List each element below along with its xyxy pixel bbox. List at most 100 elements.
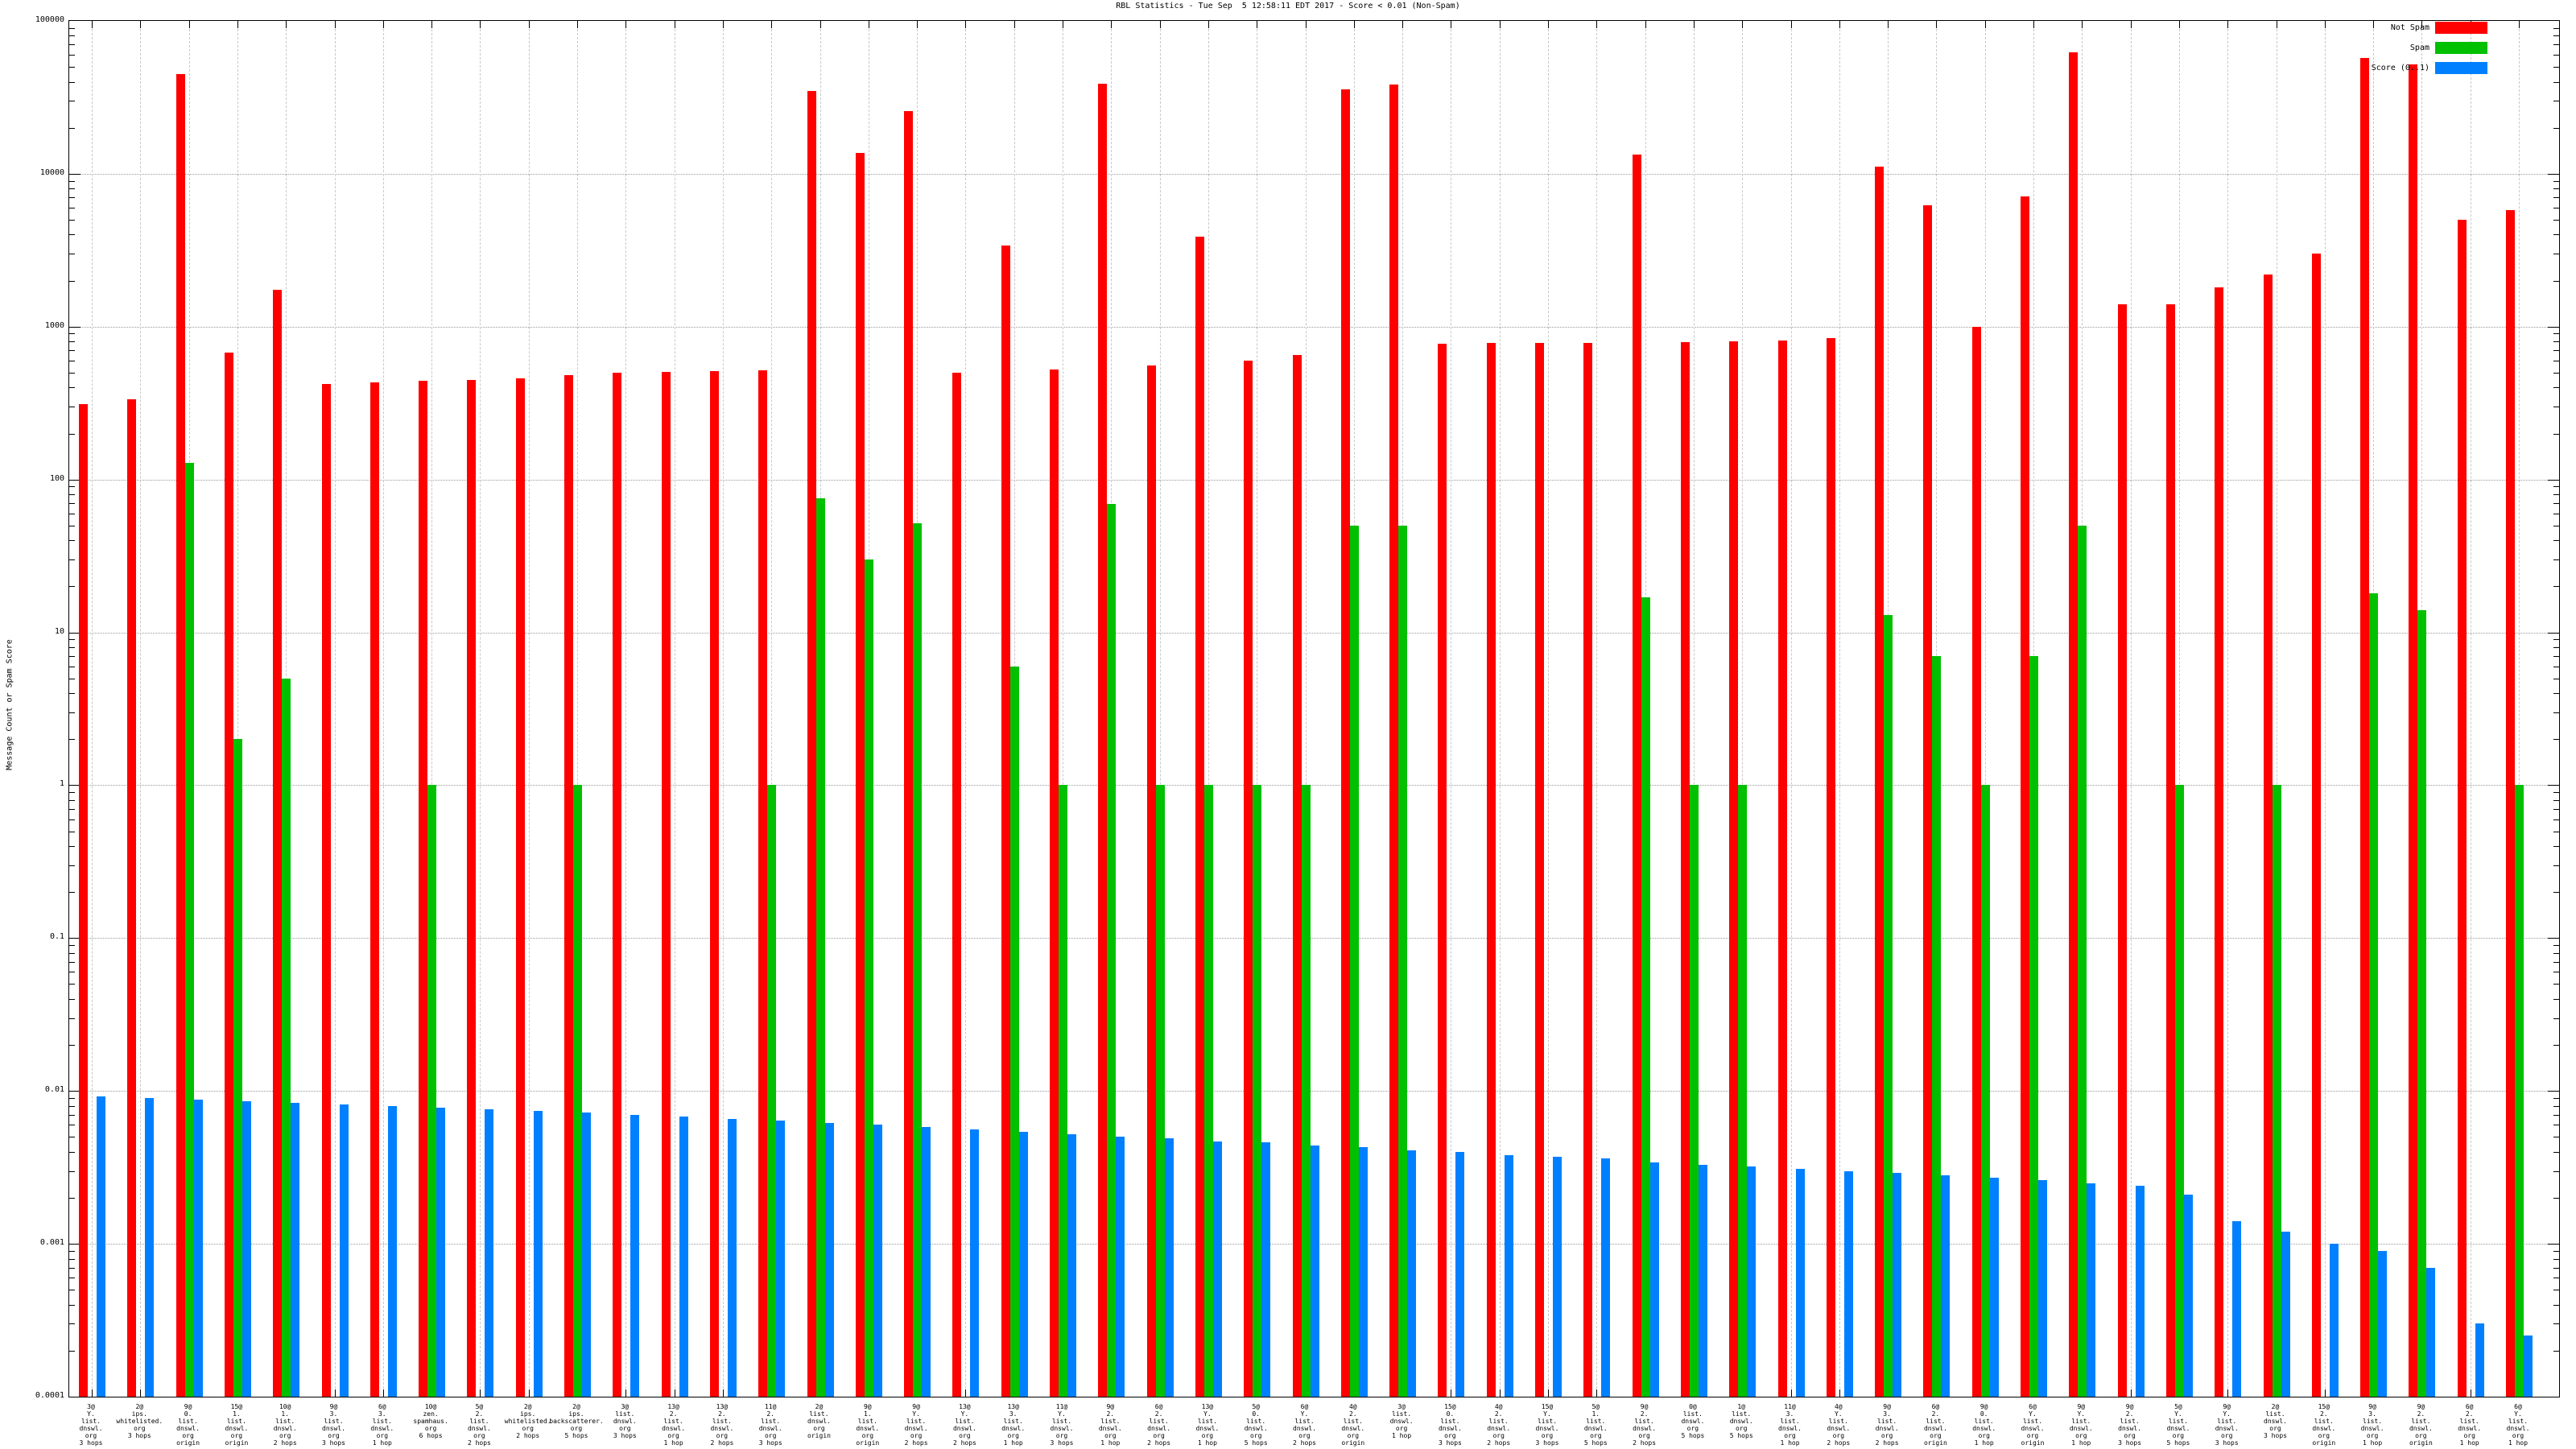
group-gridline [722,21,724,1397]
y-minor-tick-left [69,865,75,866]
bar-not-spam [2506,209,2515,1397]
y-minor-tick-right [2553,433,2559,435]
y-minor-tick-right [2553,1197,2559,1199]
y-minor-tick-right [2553,220,2559,221]
bar-not-spam [564,375,573,1397]
bar-score [1698,1164,1707,1397]
y-minor-tick-right [2553,1018,2559,1019]
y-axis-tick-label: 0.001 [39,1238,64,1248]
x-tick-top [1548,21,1549,28]
y-minor-tick-right [2553,952,2559,954]
bar-not-spam [321,384,331,1397]
bar-score [193,1099,203,1397]
bar-score [776,1121,786,1397]
x-tick-bottom [528,1389,530,1397]
legend-row: Spam [2133,42,2487,55]
group-gridline [480,21,481,1397]
bar-score [630,1114,640,1397]
y-minor-tick-right [2553,1151,2559,1153]
x-tick-top [1305,21,1307,28]
x-tick-bottom [625,1389,627,1397]
x-tick-bottom [1548,1389,1549,1397]
bar-score [922,1127,931,1397]
bar-score [485,1108,494,1397]
bar-spam [1009,666,1019,1397]
x-tick-top [2519,21,2520,28]
bar-not-spam [419,380,428,1397]
y-major-tick-left [69,173,80,175]
y-minor-tick-right [2553,945,2559,947]
y-axis-tick-label: 10 [54,626,64,636]
y-minor-tick-left [69,819,75,820]
x-tick-top [140,21,142,28]
bar-score [1649,1162,1659,1397]
bar-not-spam [2360,58,2370,1397]
bar-score [1601,1158,1611,1397]
bar-not-spam [515,378,525,1397]
bar-spam [2272,785,2281,1397]
y-minor-tick-left [69,586,75,588]
x-tick-top [771,21,773,28]
group-gridline [965,21,967,1397]
y-minor-tick-left [69,1304,75,1306]
bar-not-spam [904,111,914,1397]
bar-score [1893,1173,1902,1397]
bar-spam [1253,785,1262,1397]
y-minor-tick-left [69,712,75,713]
y-minor-tick-left [69,220,75,221]
bar-spam [1059,785,1067,1397]
y-minor-tick-right [2553,188,2559,190]
bar-spam [233,739,242,1397]
bar-score [970,1129,980,1397]
y-minor-tick-right [2553,1250,2559,1252]
bar-spam [1155,785,1165,1397]
x-tick-top [1936,21,1938,28]
y-minor-tick-right [2553,180,2559,182]
x-tick-top [1208,21,1209,28]
y-minor-tick-right [2553,350,2559,352]
bar-score [1553,1157,1562,1397]
y-minor-tick-right [2553,865,2559,866]
bar-not-spam [1632,154,1641,1397]
x-tick-top [1013,21,1015,28]
y-minor-tick-left [69,372,75,374]
x-tick-top [286,21,287,28]
y-minor-tick-right [2553,846,2559,847]
x-tick-bottom [92,1389,93,1397]
y-minor-tick-left [69,67,75,68]
bar-spam [1738,785,1748,1397]
bar-spam [1301,785,1311,1397]
bar-score [1407,1150,1417,1397]
y-major-tick-right [2548,479,2559,481]
bar-score [727,1118,737,1397]
bar-not-spam [1680,342,1690,1397]
y-major-tick-right [2548,785,2559,786]
y-major-tick-right [2548,326,2559,328]
x-tick-top [2082,21,2083,28]
bar-not-spam [224,352,233,1397]
bar-not-spam [1438,344,1447,1397]
bar-not-spam [1340,89,1350,1397]
y-minor-tick-left [69,127,75,129]
bar-spam [864,559,873,1397]
bar-not-spam [1583,343,1593,1397]
y-minor-tick-left [69,341,75,343]
y-minor-tick-left [69,494,75,496]
bar-spam [2078,525,2087,1397]
x-tick-top [1888,21,1889,28]
y-minor-tick-left [69,1267,75,1269]
bar-not-spam [1001,245,1010,1397]
y-minor-tick-left [69,945,75,947]
plot-area [68,20,2560,1397]
x-tick-top [1645,21,1646,28]
y-minor-tick-right [2553,503,2559,505]
group-gridline [140,21,142,1397]
y-minor-tick-right [2553,646,2559,648]
y-minor-tick-left [69,27,75,29]
y-axis-tick-label: 0.01 [44,1085,64,1095]
y-major-tick-right [2548,173,2559,175]
y-minor-tick-right [2553,739,2559,741]
bar-score [1212,1141,1222,1397]
y-minor-tick-left [69,1258,75,1260]
x-tick-bottom [722,1389,724,1397]
